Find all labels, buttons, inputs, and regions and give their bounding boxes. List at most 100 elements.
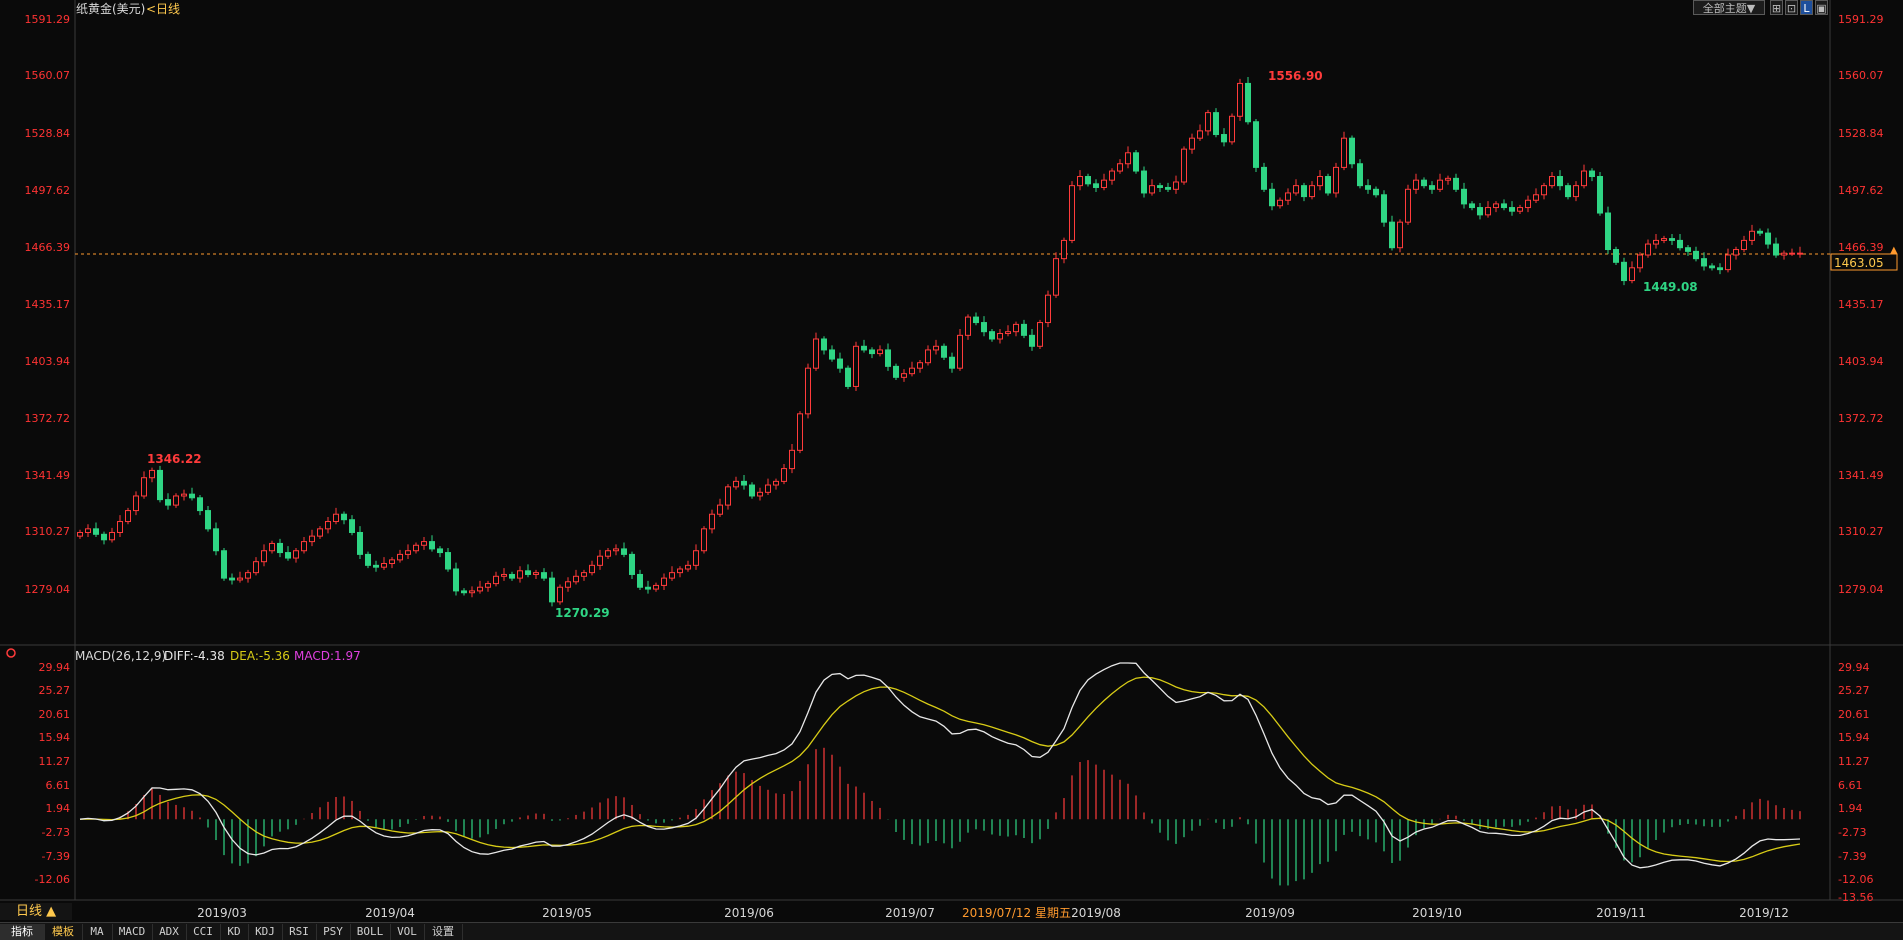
tab-cci[interactable]: CCI: [186, 924, 221, 940]
chart-period[interactable]: <日线: [146, 2, 180, 16]
candle: [805, 363, 811, 419]
window-grid-icon[interactable]: ⊡: [1785, 0, 1798, 15]
candle-body: [789, 449, 795, 470]
candle: [1021, 319, 1027, 339]
candle-body: [133, 495, 139, 512]
candle-body: [1621, 261, 1627, 282]
candle-body: [1501, 203, 1507, 209]
theme-select-button[interactable]: 全部主题▼: [1693, 0, 1765, 15]
candle-body: [189, 493, 195, 499]
layout-icon[interactable]: L: [1800, 0, 1813, 15]
window-split-icon[interactable]: ⊞: [1770, 0, 1783, 15]
candle-body: [269, 542, 275, 552]
x-tick-label: 2019/08: [1071, 906, 1121, 920]
candle-body: [1693, 250, 1699, 260]
candle-body: [213, 528, 219, 552]
candle-body: [1453, 177, 1459, 190]
candle-body: [1293, 185, 1299, 194]
period-tab[interactable]: 日线 ▲: [0, 903, 72, 920]
chart-canvas[interactable]: 纸黄金(美元) <日线 1591.29 1560.07 1528.84 1497…: [0, 0, 1903, 940]
candle-body: [397, 553, 403, 561]
tab-ma[interactable]: MA: [82, 924, 113, 940]
tab-macd[interactable]: MACD: [112, 924, 153, 940]
tab-boll[interactable]: BOLL: [350, 924, 391, 940]
candle-body: [1653, 239, 1659, 245]
tab-adx[interactable]: ADX: [152, 924, 187, 940]
tab-psy[interactable]: PSY: [316, 924, 351, 940]
tab-rsi[interactable]: RSI: [282, 924, 317, 940]
candle-body: [533, 572, 539, 575]
candle-body: [1773, 243, 1779, 256]
candle: [741, 474, 747, 490]
candle-body: [1741, 239, 1747, 251]
candle-body: [1661, 238, 1667, 241]
candle-body: [1589, 170, 1595, 178]
candle-body: [365, 553, 371, 566]
candle-body: [1109, 170, 1115, 181]
candle-body: [669, 572, 675, 579]
candle-body: [661, 577, 667, 586]
candle: [405, 544, 411, 559]
tab-settings[interactable]: 设置: [424, 924, 463, 940]
candle: [1533, 188, 1539, 203]
candle-body: [861, 345, 867, 351]
candle: [605, 548, 611, 559]
candle-body: [1477, 207, 1483, 216]
indicator-settings-icon[interactable]: [6, 648, 16, 658]
candle-body: [1669, 238, 1675, 241]
candle-body: [429, 541, 435, 550]
tab-kd[interactable]: KD: [220, 924, 249, 940]
tab-vol[interactable]: VOL: [390, 924, 425, 940]
candle: [957, 328, 963, 371]
candle: [541, 568, 547, 581]
candle: [989, 328, 995, 342]
candle-body: [1005, 331, 1011, 335]
candle: [349, 515, 355, 536]
candle: [1165, 182, 1171, 193]
tab-kdj[interactable]: KDJ: [248, 924, 283, 940]
candle: [1213, 108, 1219, 138]
dea-line: [79, 676, 1801, 863]
price-axis-right: 1591.29 1560.07 1528.84 1497.62 1466.39 …: [1838, 13, 1884, 596]
candle-body: [925, 349, 931, 364]
candle-body: [637, 573, 643, 588]
candle-body: [653, 584, 659, 590]
tab-indicator[interactable]: 指标: [0, 924, 45, 940]
candle-body: [749, 484, 755, 497]
candle-body: [1685, 247, 1691, 252]
y-tick-left: 1341.49: [25, 469, 71, 482]
candle-body: [165, 499, 171, 506]
candle: [1101, 173, 1107, 191]
tab-template[interactable]: 模板: [44, 924, 83, 940]
candle: [261, 544, 267, 567]
x-tick-label: 2019/12: [1739, 906, 1789, 920]
candle-body: [141, 477, 147, 497]
candle-body: [381, 563, 387, 568]
candle-body: [1325, 176, 1331, 194]
candle-body: [981, 322, 987, 333]
candle: [965, 314, 971, 340]
candle-body: [605, 550, 611, 557]
restore-icon[interactable]: ▣: [1815, 0, 1828, 15]
candle: [853, 341, 859, 392]
candle-body: [909, 367, 915, 375]
candle-body: [1509, 207, 1515, 212]
candle-body: [461, 590, 467, 594]
candle: [165, 493, 171, 510]
candle-body: [501, 573, 507, 577]
candle: [909, 361, 915, 377]
candle-body: [229, 577, 235, 581]
candle-body: [1717, 267, 1723, 271]
candle-body: [469, 590, 475, 594]
candle: [901, 369, 907, 382]
candle-body: [1701, 258, 1707, 267]
y-tick-right: 1279.04: [1838, 583, 1884, 596]
candle-body: [413, 544, 419, 552]
candle-body: [805, 367, 811, 415]
candle: [517, 566, 523, 583]
candle: [357, 526, 363, 559]
y-tick-right: 1528.84: [1838, 127, 1884, 140]
candle: [365, 551, 371, 569]
candle: [1645, 239, 1651, 258]
candle: [1741, 235, 1747, 253]
